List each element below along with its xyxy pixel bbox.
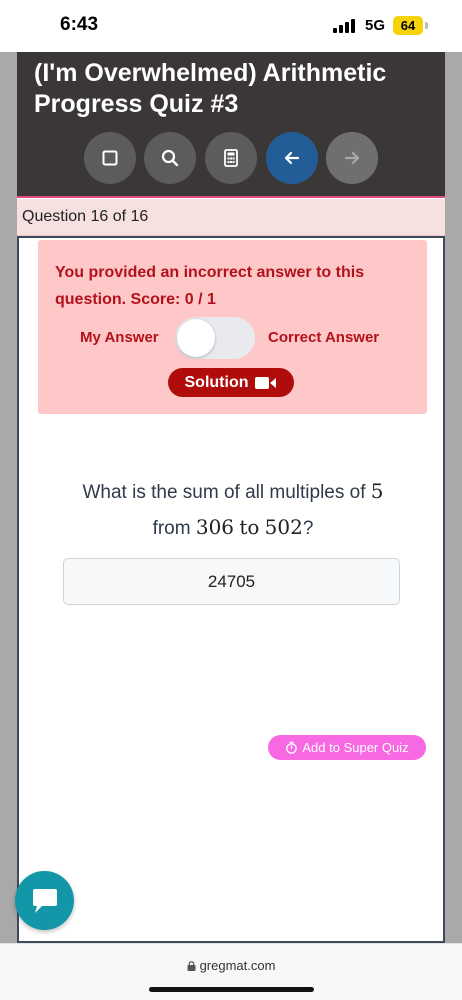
question-panel: You provided an incorrect answer to this… bbox=[17, 236, 445, 943]
solution-label: Solution bbox=[184, 373, 249, 391]
video-camera-icon bbox=[255, 376, 277, 389]
previous-question-button[interactable] bbox=[266, 132, 318, 184]
right-gutter bbox=[445, 52, 462, 943]
square-icon bbox=[102, 150, 118, 166]
battery-icon: 64 bbox=[393, 16, 423, 35]
chat-button[interactable] bbox=[15, 871, 74, 930]
home-indicator[interactable] bbox=[149, 987, 314, 992]
status-bar: 6:43 5G 64 bbox=[0, 0, 462, 52]
add-to-super-quiz-label: Add to Super Quiz bbox=[302, 740, 409, 755]
arrow-right-icon bbox=[344, 151, 360, 165]
search-icon bbox=[161, 149, 179, 167]
quiz-title: (I'm Overwhelmed) Arithmetic Progress Qu… bbox=[34, 59, 387, 118]
battery-tip bbox=[425, 22, 428, 29]
answer-toggle[interactable] bbox=[175, 317, 255, 359]
question-text: What is the sum of all multiples of 5 fr… bbox=[39, 474, 427, 546]
left-gutter bbox=[0, 52, 17, 943]
question-end: 502 bbox=[264, 515, 303, 539]
bookmark-button[interactable] bbox=[84, 132, 136, 184]
toggle-knob bbox=[177, 319, 215, 357]
question-counter: Question 16 of 16 bbox=[22, 208, 149, 225]
calculator-button[interactable] bbox=[205, 132, 257, 184]
signal-icon bbox=[333, 19, 357, 33]
timer-icon bbox=[286, 741, 298, 754]
add-to-super-quiz-button[interactable]: Add to Super Quiz bbox=[268, 735, 426, 760]
feedback-message: You provided an incorrect answer to this… bbox=[55, 264, 365, 308]
question-text-to: to bbox=[239, 515, 260, 539]
lock-icon bbox=[187, 961, 196, 971]
network-type: 5G bbox=[365, 17, 386, 34]
solution-button[interactable]: Solution bbox=[168, 368, 294, 397]
feedback-alert: You provided an incorrect answer to this… bbox=[38, 240, 427, 414]
search-button[interactable] bbox=[144, 132, 196, 184]
question-text-from: from bbox=[152, 518, 191, 539]
url-bar[interactable]: gregmat.com bbox=[0, 958, 462, 973]
arrow-left-icon bbox=[284, 151, 300, 165]
url-text: gregmat.com bbox=[199, 958, 276, 973]
toggle-label-correct-answer: Correct Answer bbox=[268, 329, 380, 346]
toggle-label-my-answer: My Answer bbox=[80, 329, 159, 346]
question-counter-bar: Question 16 of 16 bbox=[17, 199, 445, 236]
question-multiple: 5 bbox=[370, 479, 384, 503]
browser-bar: gregmat.com bbox=[0, 943, 462, 1000]
answer-field[interactable]: 24705 bbox=[63, 558, 400, 605]
calculator-icon bbox=[224, 149, 238, 167]
quiz-header: (I'm Overwhelmed) Arithmetic Progress Qu… bbox=[17, 52, 445, 198]
next-question-button[interactable] bbox=[326, 132, 378, 184]
question-text-before: What is the sum of all multiples of bbox=[82, 482, 366, 503]
question-text-end: ? bbox=[302, 518, 314, 539]
status-time: 6:43 bbox=[60, 14, 99, 35]
chat-icon bbox=[32, 888, 57, 913]
question-start: 306 bbox=[195, 515, 235, 539]
